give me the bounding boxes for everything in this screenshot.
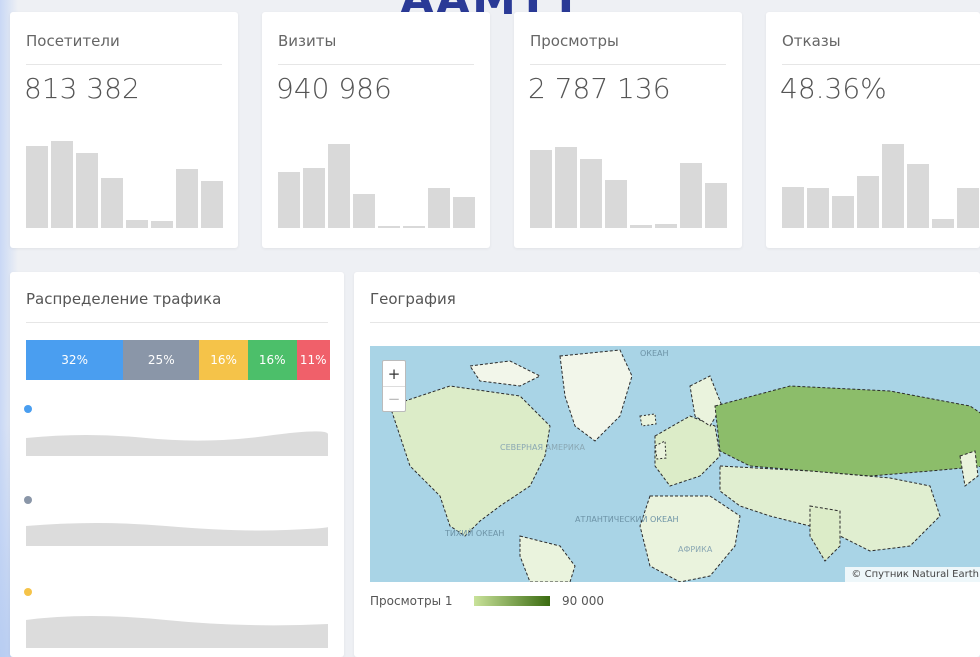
world-map[interactable]: СЕВЕРНАЯ АМЕРИКА АТЛАНТИЧЕСКИЙ ОКЕАН ТИХ…: [370, 346, 980, 582]
legend-dot-yellow: [24, 588, 32, 596]
mini-bar[interactable]: [655, 224, 677, 228]
zoom-out-button[interactable]: −: [383, 386, 405, 411]
mini-bar[interactable]: [278, 172, 300, 228]
traffic-segment[interactable]: 32%: [26, 340, 124, 380]
metric-card-bounces: Отказы 48.36%: [766, 12, 980, 248]
mini-bar[interactable]: [26, 146, 48, 228]
mini-bar[interactable]: [957, 188, 979, 228]
mini-bar[interactable]: [630, 225, 652, 228]
traffic-stacked-bar: 32% 25% 16% 16% 11%: [26, 340, 330, 380]
divider: [370, 322, 980, 323]
legend-dot-gray: [24, 496, 32, 504]
divider: [782, 64, 980, 65]
metric-card-pageviews: Просмотры 2 787 136: [514, 12, 742, 248]
metric-title: Просмотры: [530, 32, 619, 50]
metric-value: 2 787 136: [528, 72, 671, 105]
map-zoom-control: + −: [382, 360, 406, 412]
section-title: География: [370, 290, 456, 308]
mini-bar[interactable]: [126, 220, 148, 228]
mini-bar[interactable]: [530, 150, 552, 228]
mini-bar[interactable]: [580, 159, 602, 228]
map-label: АФРИКА: [678, 545, 713, 554]
metric-card-visitors: Посетители 813 382: [10, 12, 238, 248]
mini-bar[interactable]: [303, 168, 325, 228]
mini-bar[interactable]: [176, 169, 198, 228]
traffic-segment[interactable]: 11%: [296, 340, 330, 380]
map-legend-label: Просмотры 1: [370, 594, 453, 608]
mini-bar[interactable]: [882, 144, 904, 228]
map-label: АТЛАНТИЧЕСКИЙ ОКЕАН: [575, 513, 679, 524]
map-legend-gradient: [474, 596, 550, 606]
mini-bar[interactable]: [832, 196, 854, 228]
mini-bar[interactable]: [51, 141, 73, 228]
divider: [530, 64, 726, 65]
mini-bar[interactable]: [857, 176, 879, 228]
metric-value: 940 986: [276, 72, 392, 105]
mini-bar[interactable]: [555, 147, 577, 228]
mini-bar[interactable]: [201, 181, 223, 228]
mini-bar[interactable]: [932, 219, 954, 228]
placeholder-wave: [26, 616, 328, 648]
metric-value: 48.36%: [780, 72, 887, 105]
mini-bar[interactable]: [403, 226, 425, 228]
zoom-in-button[interactable]: +: [383, 361, 405, 386]
traffic-distribution-card: Распределение трафика 32% 25% 16% 16% 11…: [10, 272, 344, 657]
traffic-segment[interactable]: 16%: [199, 340, 248, 380]
traffic-segment[interactable]: 25%: [123, 340, 200, 380]
mini-bar[interactable]: [101, 178, 123, 228]
mini-bar[interactable]: [782, 187, 804, 228]
geography-card: География СЕВЕРНАЯ АМЕРИКА АТЛАНТИЧЕСКИЙ…: [354, 272, 980, 657]
map-label: СЕВЕРНАЯ АМЕРИКА: [500, 443, 586, 452]
mini-bar[interactable]: [807, 188, 829, 228]
mini-bar[interactable]: [453, 197, 475, 228]
mini-bar[interactable]: [907, 164, 929, 228]
mini-bar[interactable]: [428, 188, 450, 228]
divider: [26, 64, 222, 65]
metric-title: Отказы: [782, 32, 841, 50]
map-attribution[interactable]: © Спутник Natural Earth: [845, 567, 980, 582]
legend-dot-blue: [24, 405, 32, 413]
mini-bar-chart: [278, 116, 478, 228]
section-title: Распределение трафика: [26, 290, 222, 308]
mini-bar[interactable]: [605, 180, 627, 228]
metric-card-visits: Визиты 940 986: [262, 12, 490, 248]
metric-title: Визиты: [278, 32, 337, 50]
mini-bar[interactable]: [353, 194, 375, 228]
metric-value: 813 382: [24, 72, 140, 105]
mini-bar[interactable]: [151, 221, 173, 228]
map-label: ОКЕАН: [640, 349, 669, 358]
mini-bar[interactable]: [680, 163, 702, 228]
mini-bar-chart: [26, 116, 226, 228]
mini-bar[interactable]: [76, 153, 98, 228]
traffic-segment[interactable]: 16%: [247, 340, 297, 380]
divider: [278, 64, 474, 65]
mini-bar-chart: [530, 116, 730, 228]
mini-bar[interactable]: [705, 183, 727, 228]
mini-bar[interactable]: [328, 144, 350, 228]
metric-title: Посетители: [26, 32, 120, 50]
placeholder-wave: [26, 431, 328, 456]
map-label: ТИХИЙ ОКЕАН: [444, 527, 504, 538]
placeholder-wave: [26, 523, 328, 546]
divider: [26, 322, 328, 323]
map-legend-max: 90 000: [562, 594, 604, 608]
mini-bar-chart: [782, 116, 980, 228]
mini-bar[interactable]: [378, 226, 400, 228]
map-graphic: СЕВЕРНАЯ АМЕРИКА АТЛАНТИЧЕСКИЙ ОКЕАН ТИХ…: [389, 349, 980, 582]
